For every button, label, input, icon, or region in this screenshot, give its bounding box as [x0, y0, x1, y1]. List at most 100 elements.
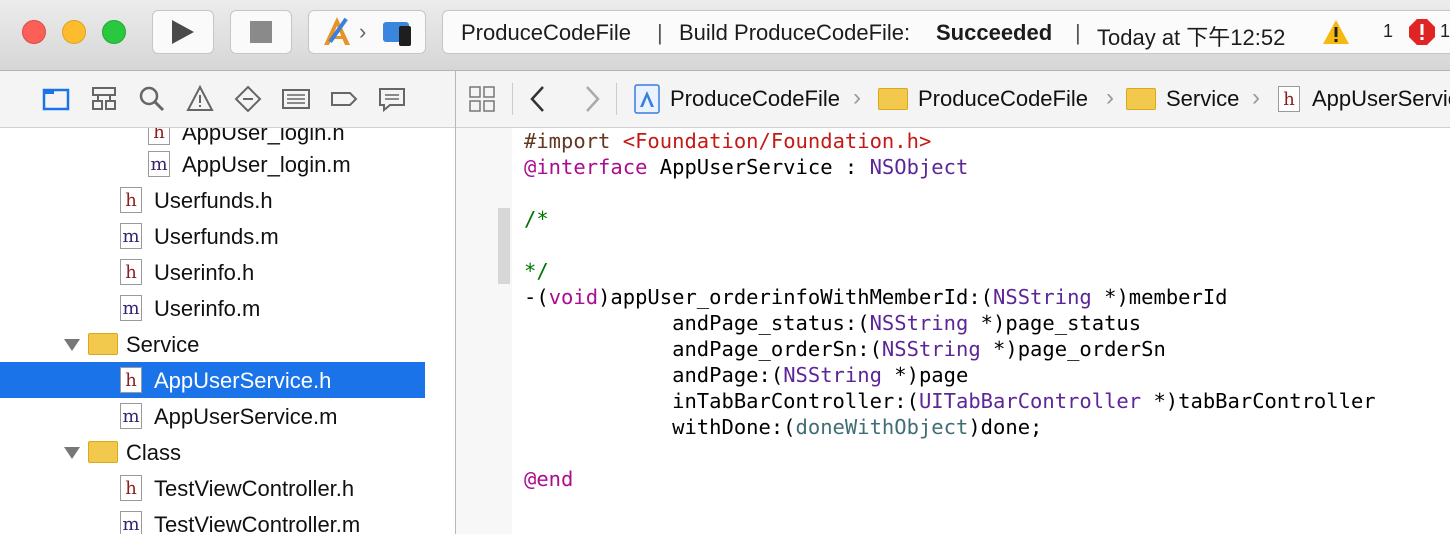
file-row[interactable]: h TestViewController.h	[0, 470, 425, 506]
breadcrumb-file[interactable]: AppUserService.h	[1312, 86, 1450, 112]
code-token: *)tabBarController	[1141, 389, 1376, 413]
implementation-file-icon: m	[120, 223, 142, 249]
minimize-window-button[interactable]	[62, 20, 86, 44]
code-line[interactable]: andPage_orderSn:(NSString *)page_orderSn	[524, 336, 1166, 362]
folder-icon	[88, 441, 118, 463]
file-row[interactable]: m TestViewController.m	[0, 506, 425, 534]
breadcrumb-chevron-icon: ›	[853, 84, 861, 111]
issue-navigator-icon[interactable]	[186, 85, 214, 113]
file-label: AppUserService.m	[154, 404, 338, 429]
header-file-icon: h	[120, 367, 142, 393]
file-label: TestViewController.h	[154, 476, 355, 501]
search-icon[interactable]	[138, 85, 166, 113]
test-navigator-icon[interactable]	[234, 85, 262, 113]
file-label: Userinfo.m	[154, 296, 261, 321]
gutter-marker	[498, 208, 510, 284]
error-icon[interactable]	[1408, 18, 1436, 46]
file-row-selected[interactable]: h AppUserService.h	[0, 362, 425, 398]
breadcrumb-group[interactable]: ProduceCodeFile	[918, 86, 1088, 112]
code-line[interactable]: inTabBarController:(UITabBarController *…	[524, 388, 1376, 414]
code-token: @interface	[524, 155, 648, 179]
file-row[interactable]: m Userfunds.m	[0, 218, 425, 254]
file-label: TestViewController.m	[154, 512, 361, 534]
related-items-icon[interactable]	[468, 85, 496, 113]
disclosure-triangle-icon[interactable]	[64, 339, 80, 351]
play-icon	[172, 20, 194, 44]
code-token: UITabBarController	[918, 389, 1142, 413]
code-token: NSString	[869, 311, 969, 335]
file-row[interactable]: h Userfunds.h	[0, 182, 425, 218]
project-navigator: h AppUser_login.h m AppUser_login.m h Us…	[0, 128, 455, 534]
activity-project: ProduceCodeFile	[461, 20, 631, 45]
implementation-file-icon: m	[120, 511, 142, 534]
implementation-file-icon: m	[120, 403, 142, 429]
project-navigator-icon[interactable]	[42, 85, 70, 113]
source-editor[interactable]: #import <Foundation/Foundation.h> @interf…	[456, 128, 1450, 534]
group-row-service[interactable]: Service	[0, 326, 425, 362]
warning-icon[interactable]	[1322, 19, 1350, 45]
back-arrow-icon[interactable]	[526, 83, 550, 115]
code-token: doneWithObject	[795, 415, 969, 439]
file-label: Userfunds.h	[154, 188, 273, 213]
chevron-right-icon: ›	[359, 19, 367, 44]
folder-icon	[88, 333, 118, 355]
activity-separator: |	[1075, 20, 1081, 45]
file-label: Userinfo.h	[154, 260, 255, 285]
jump-bar: ProduceCodeFile › ProduceCodeFile › Serv…	[456, 71, 1450, 128]
code-token: -(	[524, 285, 549, 309]
breadcrumb-project[interactable]: ProduceCodeFile	[670, 86, 840, 112]
zoom-window-button[interactable]	[102, 20, 126, 44]
group-row-class[interactable]: Class	[0, 434, 425, 470]
code-token: andPage:(	[524, 363, 784, 387]
code-token: */	[524, 259, 549, 283]
debug-navigator-icon[interactable]	[282, 85, 310, 113]
code-line[interactable]: -(void)appUser_orderinfoWithMemberId:(NS…	[524, 284, 1228, 310]
activity-separator: |	[657, 20, 663, 45]
stop-icon	[250, 21, 272, 43]
device-icon	[383, 22, 411, 46]
run-button[interactable]	[152, 10, 214, 54]
close-window-button[interactable]	[22, 20, 46, 44]
file-row[interactable]: m Userinfo.m	[0, 290, 425, 326]
file-row[interactable]: m AppUserService.m	[0, 398, 425, 434]
toolbar: › ProduceCodeFile | Build ProduceCodeFil…	[0, 0, 1450, 71]
report-navigator-icon[interactable]	[378, 85, 406, 113]
header-file-icon: h	[148, 128, 170, 145]
code-line[interactable]: withDone:(doneWithObject)done;	[524, 414, 1042, 440]
breadcrumb-chevron-icon: ›	[1106, 84, 1114, 111]
code-line[interactable]: /*	[524, 206, 549, 232]
code-token: void	[548, 285, 599, 309]
code-token: andPage_orderSn:(	[524, 337, 882, 361]
code-line[interactable]: @interface AppUserService : NSObject	[524, 154, 968, 180]
activity-time: Today at 下午12:52	[1097, 25, 1286, 50]
code-line[interactable]: andPage:(NSString *)page	[524, 362, 968, 388]
code-token: AppUserService :	[647, 155, 870, 179]
code-token: *)page_orderSn	[980, 337, 1166, 361]
folder-icon	[1126, 88, 1156, 110]
scheme-selector[interactable]: ›	[308, 10, 426, 54]
code-token: NSString	[993, 285, 1092, 309]
breakpoint-navigator-icon[interactable]	[330, 85, 358, 113]
implementation-file-icon: m	[148, 151, 170, 177]
forward-arrow-icon[interactable]	[580, 83, 604, 115]
code-token: <Foundation/Foundation.h>	[622, 129, 932, 153]
file-row[interactable]: m AppUser_login.m	[0, 146, 425, 182]
code-token: *)memberId	[1091, 285, 1228, 309]
folder-icon	[878, 88, 908, 110]
code-line[interactable]: #import <Foundation/Foundation.h>	[524, 128, 931, 154]
activity-build-prefix: Build ProduceCodeFile:	[679, 20, 911, 45]
group-label: Service	[126, 332, 200, 357]
stop-button[interactable]	[230, 10, 292, 54]
code-token: )appUser_orderinfoWithMemberId:(	[598, 285, 994, 309]
disclosure-triangle-icon[interactable]	[64, 447, 80, 459]
symbol-navigator-icon[interactable]	[90, 85, 118, 113]
file-label: AppUser_login.m	[182, 152, 351, 177]
code-line[interactable]: */	[524, 258, 549, 284]
code-line[interactable]: andPage_status:(NSString *)page_status	[524, 310, 1141, 336]
file-row[interactable]: h Userinfo.h	[0, 254, 425, 290]
code-token: /*	[524, 207, 549, 231]
group-label: Class	[126, 440, 182, 465]
breadcrumb-service[interactable]: Service	[1166, 86, 1239, 112]
code-line[interactable]: @end	[524, 466, 573, 492]
editor-gutter[interactable]	[456, 128, 512, 534]
